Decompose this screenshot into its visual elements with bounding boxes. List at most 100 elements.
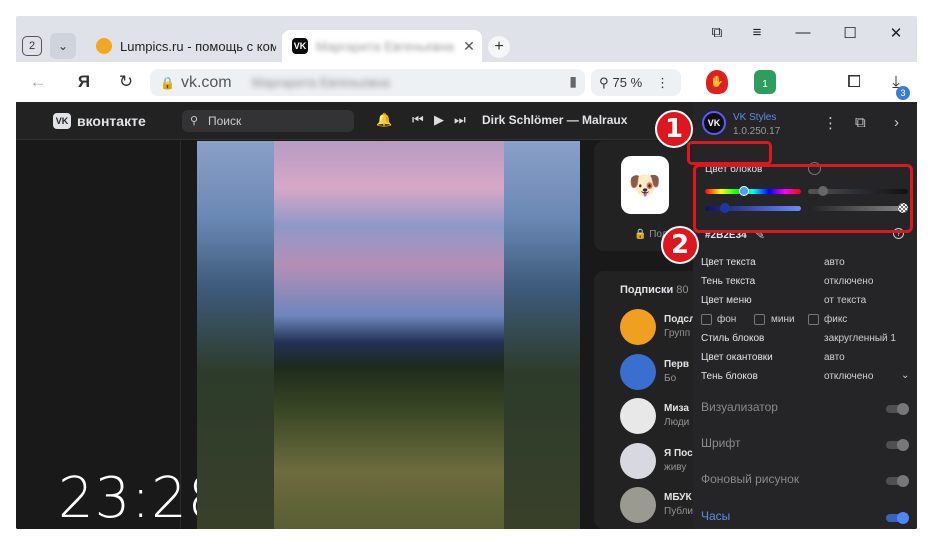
play-icon[interactable]: ▶ <box>434 112 444 128</box>
shield-extension-icon[interactable]: 1 <box>754 70 776 94</box>
highlight-block-color <box>687 141 772 165</box>
more-options-icon[interactable]: ⋮ <box>656 75 669 91</box>
extensions-icon[interactable]: ⧠ <box>842 70 866 94</box>
border-color-value[interactable]: авто <box>824 352 845 363</box>
bookmark-icon[interactable]: ▮ <box>569 73 577 90</box>
extension-name: VK Styles <box>733 112 777 123</box>
menu-color-value[interactable]: от текста <box>824 295 866 306</box>
subscription-name: МБУК <box>664 492 692 503</box>
menu-icon[interactable]: ≡ <box>745 24 769 41</box>
vk-logo[interactable]: VK вконтакте <box>53 113 146 129</box>
next-track-icon[interactable]: ⏭ <box>454 112 466 128</box>
prev-track-icon[interactable]: ⏮ <box>412 112 424 128</box>
tab-title: Lumpics.ru - помощь с компьютером <box>120 38 276 54</box>
avatar <box>620 398 656 434</box>
text-shadow-value[interactable]: отключено <box>824 276 873 287</box>
back-arrow-icon[interactable]: ← <box>26 70 50 94</box>
subscriptions-title[interactable]: Подписки 80 <box>620 284 689 296</box>
subscriptions-card: Подписки 80 Подсл Групп Перв Бо Миза Люди <box>594 271 704 529</box>
tab-lumpics[interactable]: Lumpics.ru - помощь с компьютером <box>86 30 276 62</box>
minimize-icon[interactable]: — <box>791 24 815 41</box>
zoom-level: 75 % <box>612 75 643 90</box>
browser-window: 2 ⌄ Lumpics.ru - помощь с компьютером VK… <box>16 16 917 529</box>
menu-color-label: Цвет меню <box>701 295 752 306</box>
section-visualizer[interactable]: Визуализатор <box>701 400 778 414</box>
gift-dog-image[interactable]: 🐶 <box>621 156 669 214</box>
mini-checkbox[interactable] <box>754 314 765 325</box>
vk-logo-icon: VK <box>53 113 71 129</box>
block-style-value[interactable]: закругленный 1 <box>824 333 896 344</box>
clock-toggle[interactable] <box>886 512 909 524</box>
extension-badge: 1 <box>762 79 768 90</box>
mini-checkbox-label: мини <box>771 314 795 325</box>
zoom-indicator[interactable]: ⚲ 75 % ⋮ <box>591 69 681 96</box>
now-playing-track[interactable]: Dirk Schlömer — Malraux <box>482 113 627 127</box>
search-placeholder: Поиск <box>208 114 242 128</box>
avatar <box>620 443 656 479</box>
background-image-toggle[interactable] <box>886 475 909 487</box>
address-page-title: Маргарита Евгеньевна <box>251 75 390 90</box>
reload-icon[interactable]: ↻ <box>114 70 138 94</box>
subscription-desc: Люди <box>664 417 690 428</box>
block-style-label: Стиль блоков <box>701 333 765 344</box>
step-1-badge: 1 <box>655 110 693 148</box>
lumpics-favicon-icon <box>96 38 112 54</box>
vk-left-column: 23:28 <box>16 141 223 529</box>
browser-toolbar: ← Я ↻ 🔒 vk.com Маргарита Евгеньевна ▮ ⚲ … <box>16 62 917 102</box>
visualizer-toggle[interactable] <box>886 403 909 415</box>
adblock-extension-icon[interactable]: ✋ <box>706 70 728 94</box>
subscription-name: Миза <box>664 403 689 414</box>
avatar <box>620 354 656 390</box>
downloads-count-badge: 3 <box>896 86 910 100</box>
tab-count-button[interactable]: 2 <box>22 36 42 56</box>
subscription-name: Подсл <box>664 314 696 325</box>
subscription-desc: Групп <box>664 328 691 339</box>
text-color-label: Цвет текста <box>701 257 756 268</box>
new-tab-button[interactable]: + <box>488 36 510 58</box>
close-window-icon[interactable]: ✕ <box>884 24 908 42</box>
text-shadow-label: Тень текста <box>701 276 756 287</box>
subscription-name: Перв <box>664 359 690 370</box>
border-color-label: Цвет окантовки <box>701 352 773 363</box>
vk-favicon-icon: VK <box>292 38 308 54</box>
subscription-desc: Бо <box>664 373 677 384</box>
chevron-down-icon[interactable]: ⌄ <box>901 370 909 381</box>
yandex-icon[interactable]: Я <box>72 70 96 94</box>
story-image-wheat-field <box>274 141 504 529</box>
bookmarks-panel-icon[interactable]: ⧉ <box>705 24 729 41</box>
tab-strip: 2 ⌄ Lumpics.ru - помощь с компьютером VK… <box>16 16 917 62</box>
background-checkbox[interactable] <box>701 314 712 325</box>
font-toggle[interactable] <box>886 439 909 451</box>
story-viewer[interactable] <box>197 141 580 529</box>
section-font[interactable]: Шрифт <box>701 436 740 450</box>
highlight-color-sliders <box>693 164 913 233</box>
address-bar[interactable]: 🔒 vk.com Маргарита Евгеньевна ▮ <box>150 69 585 96</box>
copy-icon[interactable]: ⧉ <box>855 114 866 131</box>
block-shadow-value[interactable]: отключено <box>824 371 873 382</box>
lock-icon: 🔒 <box>160 75 175 90</box>
vk-styles-logo-icon: VK <box>702 111 726 135</box>
subscription-desc: живу <box>664 462 687 473</box>
fixed-checkbox[interactable] <box>808 314 819 325</box>
step-2-badge: 2 <box>661 226 699 264</box>
section-background-image[interactable]: Фоновый рисунок <box>701 472 799 486</box>
search-icon: ⚲ <box>190 115 199 127</box>
close-tab-icon[interactable]: ✕ <box>460 38 478 55</box>
tab-list-dropdown-icon[interactable]: ⌄ <box>50 33 76 59</box>
address-domain: vk.com <box>180 73 232 91</box>
avatar <box>620 309 656 345</box>
fixed-checkbox-label: фикс <box>824 314 848 325</box>
vk-search-input[interactable]: ⚲ Поиск <box>182 110 354 132</box>
section-clock[interactable]: Часы <box>701 509 730 523</box>
block-shadow-label: Тень блоков <box>701 371 758 382</box>
extension-version: 1.0.250.17 <box>733 126 781 137</box>
zoom-search-icon: ⚲ <box>599 74 609 90</box>
chevron-right-icon[interactable]: › <box>894 114 899 131</box>
vk-logo-text: вконтакте <box>77 113 146 129</box>
maximize-icon[interactable]: ☐ <box>838 24 862 42</box>
tab-vk[interactable]: VK Маргарита Евгеньевна ✕ <box>282 30 482 62</box>
background-checkbox-label: фон <box>717 314 737 325</box>
more-options-icon[interactable]: ⋮ <box>823 114 838 132</box>
text-color-value[interactable]: авто <box>824 257 845 268</box>
bell-icon[interactable]: 🔔 <box>376 112 392 128</box>
